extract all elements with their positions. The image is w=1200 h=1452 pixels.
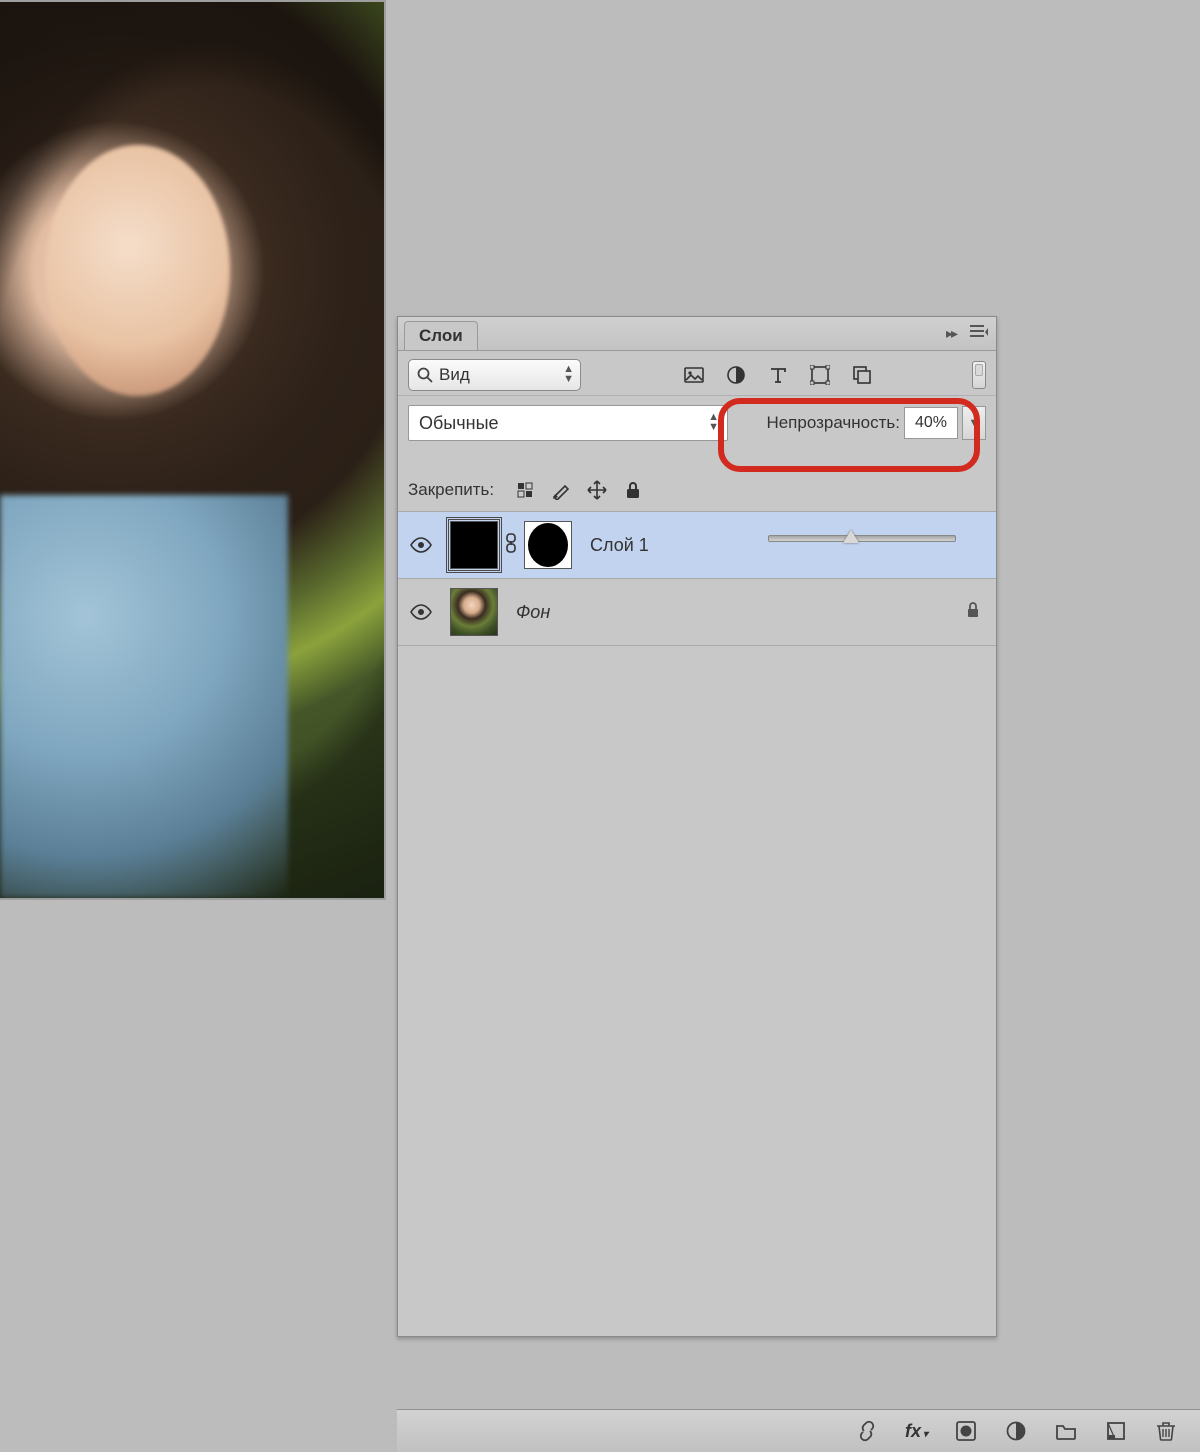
opacity-dropdown-toggle[interactable]: ▼ bbox=[962, 406, 986, 440]
visibility-toggle-icon[interactable] bbox=[408, 537, 434, 553]
document-image[interactable] bbox=[0, 0, 386, 900]
filter-smartobject-icon[interactable] bbox=[851, 364, 873, 386]
layer-name-label[interactable]: Слой 1 bbox=[590, 535, 649, 556]
blend-mode-select[interactable]: Обычные ▲▼ bbox=[408, 405, 728, 441]
layer-thumbnail[interactable] bbox=[450, 588, 498, 636]
blend-mode-value: Обычные bbox=[419, 413, 499, 434]
filter-shape-icon[interactable] bbox=[809, 364, 831, 386]
layer-list: Слой 1 Фон bbox=[398, 512, 996, 1336]
layer-lock-icon[interactable] bbox=[966, 602, 980, 623]
filter-toggle-switch[interactable] bbox=[972, 361, 986, 389]
new-layer-icon[interactable] bbox=[1104, 1419, 1128, 1443]
canvas-area[interactable] bbox=[0, 0, 386, 1335]
opacity-slider[interactable] bbox=[768, 528, 956, 548]
new-group-icon[interactable] bbox=[1054, 1419, 1078, 1443]
layer-filter-row: Вид ▲▼ bbox=[398, 351, 996, 396]
filter-adjustment-icon[interactable] bbox=[725, 364, 747, 386]
layer-mask-thumbnail[interactable] bbox=[524, 521, 572, 569]
layers-panel: Слои ▸▸ Вид ▲▼ bbox=[397, 316, 997, 1337]
opacity-field[interactable]: 40% bbox=[904, 407, 958, 439]
delete-layer-icon[interactable] bbox=[1154, 1419, 1178, 1443]
filter-kind-select[interactable]: Вид ▲▼ bbox=[408, 359, 581, 391]
layers-bottom-bar: fx▾ bbox=[397, 1409, 1200, 1452]
opacity-slider-thumb[interactable] bbox=[843, 530, 859, 543]
lock-label: Закрепить: bbox=[408, 480, 494, 500]
lock-pixels-icon[interactable] bbox=[550, 479, 572, 501]
lock-row: Закрепить: bbox=[398, 473, 996, 512]
panel-collapse-icon[interactable]: ▸▸ bbox=[946, 325, 956, 342]
filter-pixel-icon[interactable] bbox=[683, 364, 705, 386]
add-mask-icon[interactable] bbox=[954, 1419, 978, 1443]
visibility-toggle-icon[interactable] bbox=[408, 604, 434, 620]
search-icon bbox=[417, 367, 433, 383]
layer-row[interactable]: Фон bbox=[398, 579, 996, 646]
lock-all-icon[interactable] bbox=[622, 479, 644, 501]
layers-tab[interactable]: Слои bbox=[404, 321, 478, 350]
panel-tabbar: Слои ▸▸ bbox=[398, 317, 996, 351]
lock-position-icon[interactable] bbox=[586, 479, 608, 501]
layer-effects-icon[interactable]: fx▾ bbox=[905, 1421, 928, 1442]
panel-menu-icon[interactable] bbox=[970, 323, 988, 337]
add-adjustment-icon[interactable] bbox=[1004, 1419, 1028, 1443]
opacity-label: Непрозрачность: bbox=[766, 413, 900, 433]
layer-thumbnail[interactable] bbox=[450, 521, 498, 569]
link-layers-icon[interactable] bbox=[855, 1419, 879, 1443]
layer-name-label[interactable]: Фон bbox=[516, 602, 550, 623]
mask-link-icon[interactable] bbox=[504, 533, 518, 558]
filter-type-icon[interactable] bbox=[767, 364, 789, 386]
lock-transparent-icon[interactable] bbox=[514, 479, 536, 501]
blend-opacity-row: Обычные ▲▼ Непрозрачность: 40% ▼ bbox=[398, 396, 996, 447]
filter-kind-label: Вид bbox=[439, 365, 470, 385]
